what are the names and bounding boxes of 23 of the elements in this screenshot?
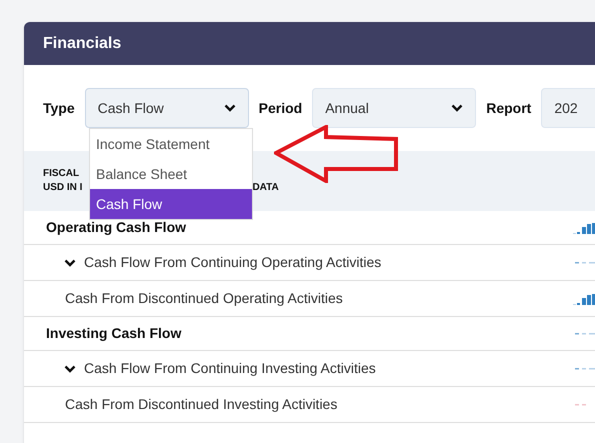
row-label: Operating Cash Flow [46, 218, 186, 237]
select-field[interactable]: Cash Flow [84, 88, 249, 128]
row-label: Investing Cash Flow [46, 324, 182, 343]
filter-label: Type [43, 98, 75, 118]
row-label[interactable]: Cash Flow From Continuing Investing Activities [84, 358, 376, 379]
select-field[interactable]: 202 [541, 88, 595, 128]
menu-item[interactable]: Balance Sheet [90, 159, 252, 189]
filter-label: Report [486, 98, 532, 118]
menu-item[interactable]: Income Statement [90, 129, 252, 159]
header-text: USD IN I [43, 181, 82, 195]
row-label: Cash From Discontinued Investing Activities [65, 395, 338, 414]
chevron-down-icon [451, 104, 464, 112]
row-label: Cash From Discontinued Operating Activities [65, 289, 343, 308]
card-title: Financials [43, 34, 122, 54]
row-label[interactable]: Cash Flow From Continuing Operating Activities [84, 252, 382, 273]
select-field[interactable]: Annual [312, 88, 476, 128]
header-text: DATA [252, 181, 279, 195]
header-text: FISCAL [43, 167, 80, 181]
chevron-down-icon [224, 104, 236, 112]
chevron-down-icon[interactable] [64, 364, 76, 372]
filter-label: Period [258, 98, 302, 118]
chevron-down-icon[interactable] [64, 258, 76, 266]
menu-item[interactable]: Cash Flow [90, 189, 252, 219]
